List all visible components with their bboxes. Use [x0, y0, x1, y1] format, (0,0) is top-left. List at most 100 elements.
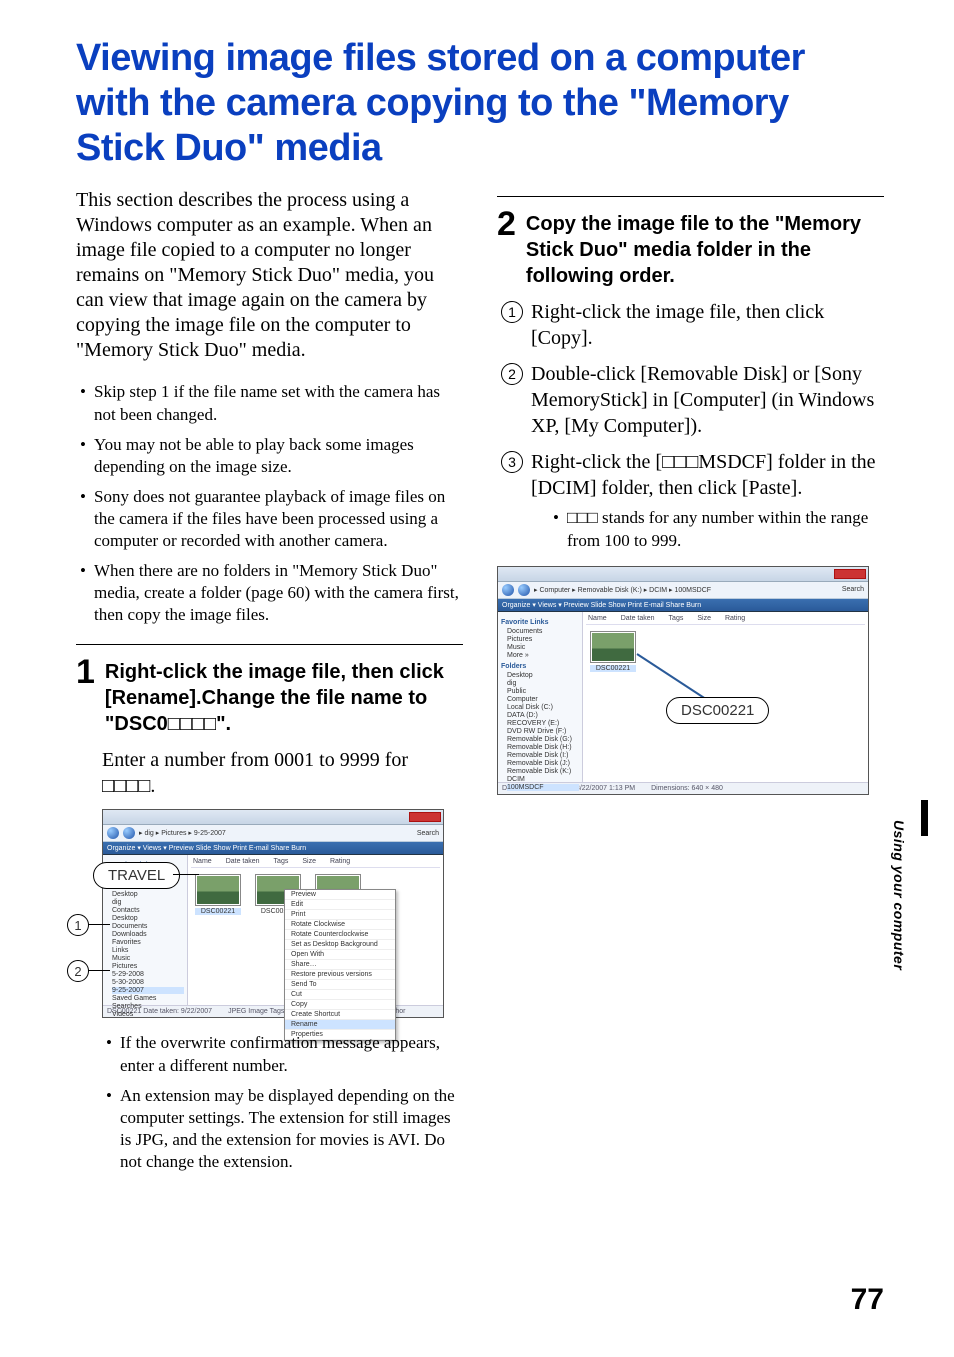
substep-item: Right-click the [□□□MSDCF] folder in the…: [501, 449, 884, 551]
sidebar-item: Documents: [507, 628, 579, 635]
tree-item: Public: [507, 688, 579, 695]
menu-item: Share…: [285, 960, 395, 970]
col-header: Tags: [274, 858, 289, 865]
search-field: Search: [417, 830, 439, 837]
forward-icon: [518, 584, 530, 596]
page-number: 77: [851, 1283, 884, 1317]
toolbar: Organize ▾ Views ▾ Preview Slide Show Pr…: [103, 842, 443, 855]
side-tab-label: Using your computer: [891, 820, 907, 970]
status-text: Dimensions: 640 × 480: [651, 785, 723, 792]
tree-item: RECOVERY (E:): [507, 720, 579, 727]
sidebar-item: More »: [507, 652, 579, 659]
image-thumb: [195, 874, 241, 906]
forward-icon: [123, 827, 135, 839]
tree-item: dig: [507, 680, 579, 687]
note-item: If the overwrite confirmation message ap…: [106, 1032, 463, 1076]
divider: [497, 196, 884, 197]
step-heading: Right-click the image file, then click […: [105, 659, 463, 737]
step-1: 1 Right-click the image file, then click…: [76, 659, 463, 737]
tree-item: Removable Disk (H:): [507, 744, 579, 751]
note-item: When there are no folders in "Memory Sti…: [80, 560, 463, 626]
tree-item: 5-29-2008: [112, 971, 184, 978]
col-header: Name: [193, 858, 212, 865]
tree-item: Desktop: [112, 915, 184, 922]
breadcrumb: ▸ dig ▸ Pictures ▸ 9-25-2007: [139, 829, 413, 837]
menu-item: Edit: [285, 900, 395, 910]
menu-item: Cut: [285, 990, 395, 1000]
image-thumb: [590, 631, 636, 663]
search-field: Search: [842, 586, 864, 593]
note-item: You may not be able to play back some im…: [80, 434, 463, 478]
step-body: Enter a number from 0001 to 9999 for □□□…: [102, 747, 463, 799]
side-tab: Using your computer: [892, 820, 906, 980]
tree-item: Links: [112, 947, 184, 954]
tree-item: Computer: [507, 696, 579, 703]
sidebar-heading: Folders: [501, 663, 579, 670]
left-column: This section describes the process using…: [76, 188, 463, 1191]
tree-item: DVD RW Drive (F:): [507, 728, 579, 735]
tree-item: Removable Disk (G:): [507, 736, 579, 743]
step2-substeps: Right-click the image file, then click […: [497, 299, 884, 551]
tree-item: Desktop: [507, 672, 579, 679]
substep-item: Double-click [Removable Disk] or [Sony M…: [501, 361, 884, 439]
tree-item: Local Disk (C:): [507, 704, 579, 711]
tree-item: 5-30-2008: [112, 979, 184, 986]
tree-item: Saved Games: [112, 995, 184, 1002]
badge-2: 2: [67, 960, 89, 982]
callout-travel: TRAVEL: [93, 862, 180, 889]
tree-item: dig: [112, 899, 184, 906]
menu-item: Send To: [285, 980, 395, 990]
tree-item: Removable Disk (K:): [507, 768, 579, 775]
col-header: Tags: [669, 615, 684, 622]
back-icon: [107, 827, 119, 839]
tree-item: Pictures: [112, 963, 184, 970]
menu-item: Print: [285, 910, 395, 920]
window-titlebar: [498, 567, 868, 582]
menu-item-selected: Rename: [285, 1020, 395, 1030]
top-notes-list: Skip step 1 if the file name set with th…: [76, 381, 463, 626]
menu-item: Set as Desktop Background: [285, 940, 395, 950]
tree-item: Removable Disk (I:): [507, 752, 579, 759]
tree-item: Searches: [112, 1003, 184, 1010]
col-header: Size: [697, 615, 711, 622]
thumb-caption: DSC00221: [195, 908, 241, 915]
context-menu: Preview Edit Print Rotate Clockwise Rota…: [284, 889, 396, 1041]
tree-item: Removable Disk (J:): [507, 760, 579, 767]
toolbar: Organize ▾ Views ▾ Preview Slide Show Pr…: [498, 599, 868, 612]
tree-item: Desktop: [112, 891, 184, 898]
arrow-line: [631, 648, 771, 738]
tree-item: DATA (D:): [507, 712, 579, 719]
tree-item: DCIM: [507, 776, 579, 783]
note-item: Sony does not guarantee playback of imag…: [80, 486, 463, 552]
close-icon: [409, 812, 441, 822]
menu-item: Rotate Clockwise: [285, 920, 395, 930]
menu-item: Create Shortcut: [285, 1010, 395, 1020]
tree-item: Downloads: [112, 931, 184, 938]
sidebar-heading: Favorite Links: [501, 619, 579, 626]
menu-item: Restore previous versions: [285, 970, 395, 980]
sidebar-item: Pictures: [507, 636, 579, 643]
menu-item: Open With: [285, 950, 395, 960]
page-title: Viewing image files stored on a computer…: [76, 36, 884, 170]
side-tab-mark: [921, 800, 928, 836]
close-icon: [834, 569, 866, 579]
substep-item: Right-click the image file, then click […: [501, 299, 884, 351]
col-header: Rating: [725, 615, 745, 622]
sidebar: Favorite Links Documents Pictures Music …: [498, 612, 583, 782]
tree-item: Music: [112, 955, 184, 962]
tree-item: Contacts: [112, 907, 184, 914]
menu-item: Rotate Counterclockwise: [285, 930, 395, 940]
menu-item: Preview: [285, 890, 395, 900]
callout-filename: DSC00221: [666, 697, 769, 724]
intro-text: This section describes the process using…: [76, 188, 463, 363]
address-bar: ▸ dig ▸ Pictures ▸ 9-25-2007 Search: [103, 825, 443, 842]
subnote-item: □□□ stands for any number within the ran…: [553, 507, 884, 551]
step1-notes: If the overwrite confirmation message ap…: [102, 1032, 463, 1173]
badge-1: 1: [67, 914, 89, 936]
address-bar: ▸ Computer ▸ Removable Disk (K:) ▸ DCIM …: [498, 582, 868, 599]
screenshot-paste: ▸ Computer ▸ Removable Disk (K:) ▸ DCIM …: [497, 566, 869, 795]
note-item: Skip step 1 if the file name set with th…: [80, 381, 463, 425]
file-pane: Name Date taken Tags Size Rating DSC0022…: [188, 855, 443, 1005]
step-number: 2: [497, 209, 516, 289]
screenshot-rename: ▸ dig ▸ Pictures ▸ 9-25-2007 Search Orga…: [102, 809, 444, 1018]
